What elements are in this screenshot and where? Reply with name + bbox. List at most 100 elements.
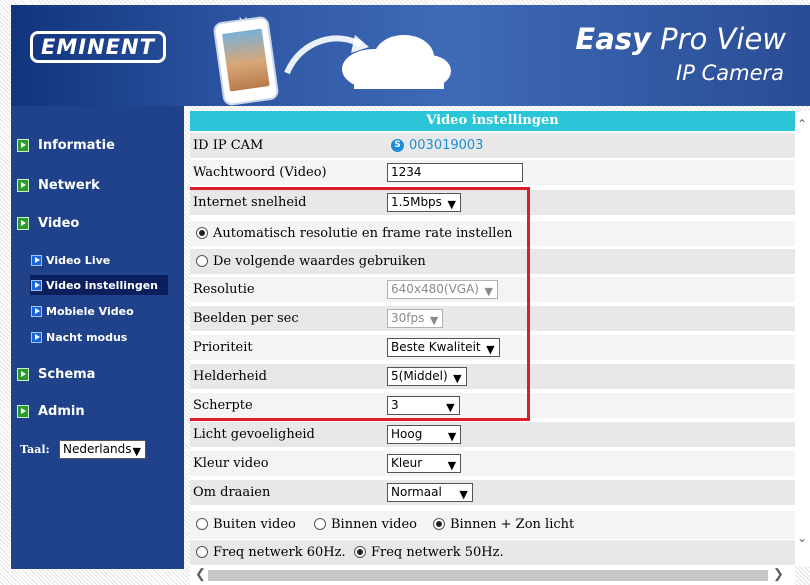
chevron-down-icon: ▼ bbox=[453, 372, 462, 385]
row-priority: Prioriteit Beste Kwaliteit ▼ bbox=[190, 335, 795, 360]
row-internet-speed: Internet snelheid 1.5Mbps ▼ bbox=[190, 190, 795, 215]
sidebar-item-schema[interactable]: Schema bbox=[17, 365, 95, 383]
sidebar-item-informatie[interactable]: Informatie bbox=[17, 136, 115, 154]
camera-id-label: ID IP CAM bbox=[193, 138, 264, 153]
rotate-select[interactable]: Normaal ▼ bbox=[387, 483, 473, 502]
auto-resolution-radio[interactable]: Automatisch resolutie en frame rate inst… bbox=[196, 221, 513, 246]
radio-unselected-icon bbox=[314, 518, 326, 530]
chevron-down-icon: ▼ bbox=[447, 198, 456, 211]
sidebar-subitem-nacht-modus[interactable]: Nacht modus bbox=[31, 328, 167, 346]
sidebar-item-label: Admin bbox=[38, 403, 85, 419]
brightness-select[interactable]: 5(Middel) ▼ bbox=[387, 367, 467, 386]
chevron-down-icon: ▼ bbox=[486, 343, 495, 356]
play-arrow-icon bbox=[31, 279, 42, 291]
scroll-right-icon[interactable]: ❯ bbox=[773, 567, 784, 582]
cloud-icon bbox=[342, 35, 451, 89]
horizontal-scrollbar[interactable]: ❮ ❯ bbox=[190, 566, 795, 585]
phone-illustration bbox=[212, 15, 280, 107]
chevron-down-icon: ▼ bbox=[484, 285, 493, 298]
manual-values-radio[interactable]: De volgende waardes gebruiken bbox=[196, 249, 426, 274]
priority-label: Prioriteit bbox=[193, 340, 253, 355]
row-sharpness: Scherpte 3 ▼ bbox=[190, 393, 795, 418]
internet-speed-label: Internet snelheid bbox=[193, 195, 307, 210]
eminent-logo: EMINENT bbox=[30, 31, 166, 63]
row-frequency: Freq netwerk 60Hz. Freq netwerk 50Hz. bbox=[190, 540, 795, 565]
radio-unselected-icon bbox=[196, 546, 208, 558]
sidebar-subitem-label: Nacht modus bbox=[46, 330, 128, 344]
row-manual-values: De volgende waardes gebruiken bbox=[190, 249, 795, 274]
play-arrow-icon bbox=[17, 178, 29, 192]
sidebar-item-label: Informatie bbox=[38, 137, 115, 153]
password-label: Wachtwoord (Video) bbox=[193, 165, 327, 180]
sharpness-select[interactable]: 3 ▼ bbox=[387, 396, 460, 415]
sidebar-subitem-label: Mobiele Video bbox=[46, 304, 134, 318]
row-color-video: Kleur video Kleur ▼ bbox=[190, 451, 795, 476]
scroll-down-icon[interactable]: ⌄ bbox=[797, 531, 807, 545]
play-arrow-icon bbox=[17, 404, 29, 418]
sidebar-subitem-label: Video instellingen bbox=[46, 278, 158, 292]
sidebar-item-label: Schema bbox=[38, 366, 96, 382]
play-arrow-icon bbox=[17, 216, 29, 230]
sharpness-label: Scherpte bbox=[193, 398, 253, 413]
chevron-down-icon: ▼ bbox=[429, 314, 439, 327]
brightness-label: Helderheid bbox=[193, 369, 267, 384]
panel-title: Video instellingen bbox=[190, 111, 795, 131]
sidebar: Informatie Netwerk Video Video Live Vide… bbox=[11, 106, 184, 569]
sidebar-subitem-label: Video Live bbox=[46, 253, 111, 267]
play-arrow-icon bbox=[17, 138, 29, 152]
resolution-select[interactable]: 640x480(VGA) ▼ bbox=[387, 280, 498, 299]
chevron-down-icon: ▼ bbox=[446, 401, 455, 414]
scroll-left-icon[interactable]: ❮ bbox=[195, 567, 206, 582]
light-sensitivity-select[interactable]: Hoog ▼ bbox=[387, 425, 462, 444]
sidebar-item-admin[interactable]: Admin bbox=[17, 402, 85, 420]
row-rotate: Om draaien Normaal ▼ bbox=[190, 480, 795, 505]
row-light-sensitivity: Licht gevoeligheid Hoog ▼ bbox=[190, 422, 795, 447]
skype-icon: S bbox=[391, 139, 404, 152]
scrollbar-track[interactable] bbox=[208, 570, 768, 581]
brand-title: Easy Pro View bbox=[575, 22, 786, 56]
sidebar-subitem-video-live[interactable]: Video Live bbox=[31, 251, 167, 269]
chevron-down-icon: ▼ bbox=[447, 459, 457, 472]
vertical-scrollbar[interactable]: ⌃ ⌄ bbox=[795, 111, 810, 566]
radio-selected-icon bbox=[196, 227, 208, 239]
light-sensitivity-label: Licht gevoeligheid bbox=[193, 427, 315, 442]
radio-unselected-icon bbox=[196, 518, 208, 530]
env-mixed-radio[interactable]: Binnen + Zon licht bbox=[433, 511, 574, 539]
resolution-label: Resolutie bbox=[193, 282, 255, 297]
play-arrow-icon bbox=[31, 305, 42, 317]
chevron-down-icon: ▼ bbox=[459, 488, 468, 501]
video-settings-panel: Video instellingen ID IP CAM S 003019003… bbox=[190, 111, 795, 566]
rotate-label: Om draaien bbox=[193, 485, 271, 500]
row-brightness: Helderheid 5(Middel) ▼ bbox=[190, 364, 795, 389]
sidebar-item-label: Video bbox=[38, 215, 80, 231]
language-select[interactable]: Nederlands ▼ bbox=[59, 440, 146, 459]
play-arrow-icon bbox=[31, 254, 42, 266]
row-resolution: Resolutie 640x480(VGA) ▼ bbox=[190, 277, 795, 302]
priority-select[interactable]: Beste Kwaliteit ▼ bbox=[387, 338, 500, 357]
internet-speed-select[interactable]: 1.5Mbps ▼ bbox=[387, 193, 461, 212]
color-video-select[interactable]: Kleur ▼ bbox=[387, 454, 462, 473]
chevron-down-icon: ▼ bbox=[447, 430, 457, 443]
scroll-up-icon[interactable]: ⌃ bbox=[797, 117, 807, 131]
row-fps: Beelden per sec 30fps ▼ bbox=[190, 306, 795, 331]
sidebar-subitem-video-instellingen[interactable]: Video instellingen bbox=[30, 275, 168, 295]
radio-selected-icon bbox=[354, 546, 366, 558]
header-banner: EMINENT )) Easy Pro View IP Camera bbox=[11, 5, 810, 107]
row-camera-id: ID IP CAM S 003019003 bbox=[190, 133, 795, 158]
fps-select[interactable]: 30fps ▼ bbox=[387, 309, 444, 328]
freq-60-radio[interactable]: Freq netwerk 60Hz. bbox=[196, 540, 346, 565]
play-arrow-icon bbox=[31, 331, 42, 343]
play-arrow-icon bbox=[17, 367, 29, 381]
color-video-label: Kleur video bbox=[193, 456, 269, 471]
sidebar-subitem-mobiele-video[interactable]: Mobiele Video bbox=[31, 302, 167, 320]
freq-50-radio[interactable]: Freq netwerk 50Hz. bbox=[354, 540, 504, 565]
sidebar-item-label: Netwerk bbox=[38, 177, 100, 193]
row-auto-resolution: Automatisch resolutie en frame rate inst… bbox=[190, 221, 795, 246]
sidebar-item-video[interactable]: Video bbox=[17, 214, 79, 232]
password-field[interactable]: 1234 bbox=[387, 163, 523, 182]
fps-label: Beelden per sec bbox=[193, 311, 299, 326]
env-outdoor-radio[interactable]: Buiten video bbox=[196, 511, 296, 539]
sidebar-item-netwerk[interactable]: Netwerk bbox=[17, 176, 100, 194]
env-indoor-radio[interactable]: Binnen video bbox=[314, 511, 417, 539]
row-environment: Buiten video Binnen video Binnen + Zon l… bbox=[190, 511, 795, 539]
